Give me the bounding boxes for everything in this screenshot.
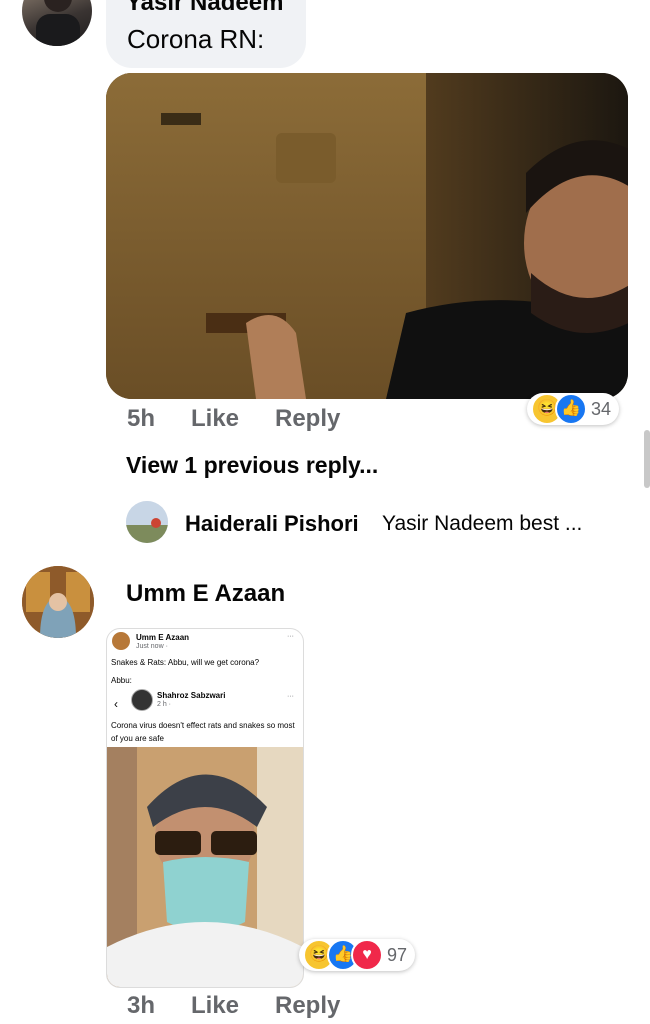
back-chevron-icon: ‹ xyxy=(114,697,118,711)
avatar-umm-e-azaan[interactable] xyxy=(22,566,94,638)
reaction-count: 97 xyxy=(387,944,408,965)
comment-author[interactable]: Umm E Azaan xyxy=(126,580,285,608)
meme-photo xyxy=(106,73,628,399)
reply-button[interactable]: Reply xyxy=(275,405,340,433)
inner-avatar xyxy=(131,689,153,711)
comment-time[interactable]: 5h xyxy=(127,405,155,433)
reaction-summary[interactable]: 😆 👍 ♥ 97 xyxy=(299,939,416,971)
embedded-avatar xyxy=(112,632,130,650)
inner-text: Corona virus doesn't effect rats and sna… xyxy=(111,721,295,743)
embedded-time: Just now · xyxy=(136,643,168,650)
more-options-icon: ··· xyxy=(287,633,294,640)
view-previous-replies-link[interactable]: View 1 previous reply... xyxy=(126,452,378,479)
comment-image[interactable] xyxy=(106,73,628,399)
embedded-text-line: Snakes & Rats: Abbu, will we get corona? xyxy=(111,658,260,667)
like-button[interactable]: Like xyxy=(191,405,239,433)
reaction-count: 34 xyxy=(591,398,612,419)
comment-author[interactable]: Yasir Nadeem xyxy=(126,0,283,16)
scrollbar[interactable] xyxy=(644,430,650,488)
like-button[interactable]: Like xyxy=(191,992,239,1020)
inner-time: 2 h · xyxy=(157,701,172,708)
embedded-author: Umm E Azaan xyxy=(136,633,190,642)
comment-actions: 3h Like Reply xyxy=(0,992,650,1022)
more-options-icon: ··· xyxy=(287,693,294,700)
like-reaction-icon: 👍 xyxy=(555,393,587,425)
avatar-photo xyxy=(126,501,168,543)
reply-author[interactable]: Haiderali Pishori xyxy=(185,511,359,537)
reply-text: Yasir Nadeem best ... xyxy=(382,512,583,535)
reply-button[interactable]: Reply xyxy=(275,992,340,1020)
love-reaction-icon: ♥ xyxy=(351,939,383,971)
embedded-text-line: Abbu: xyxy=(111,676,132,685)
avatar-haiderali[interactable] xyxy=(126,501,168,543)
avatar-yasir[interactable] xyxy=(22,0,92,46)
reaction-summary[interactable]: 😆 👍 34 xyxy=(527,393,620,425)
avatar-photo xyxy=(36,0,80,46)
embedded-screenshot[interactable]: Umm E Azaan Just now · ··· Snakes & Rats… xyxy=(106,628,304,988)
comment-text: Corona RN: xyxy=(127,24,265,54)
selfie-photo xyxy=(107,747,303,987)
avatar-photo xyxy=(22,566,94,638)
comment-time[interactable]: 3h xyxy=(127,992,155,1020)
inner-author: Shahroz Sabzwari xyxy=(157,691,226,700)
